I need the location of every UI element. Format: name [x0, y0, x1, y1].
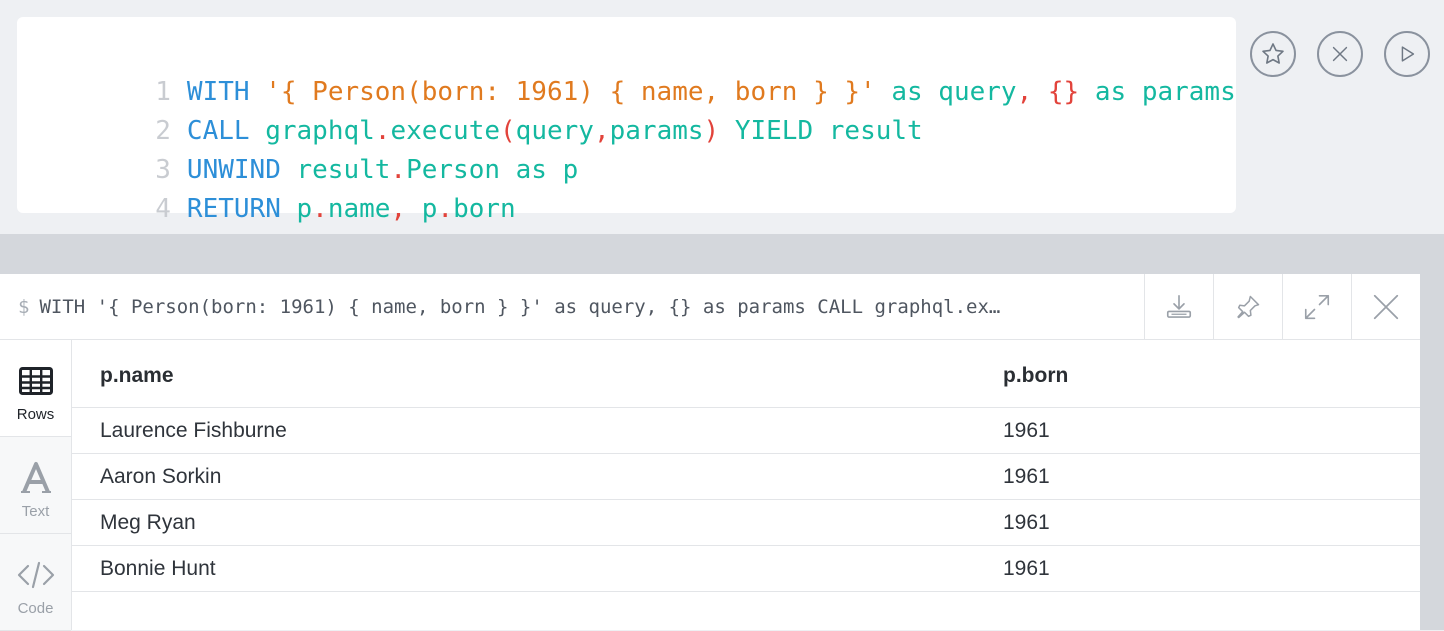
- code-token: name: [327, 194, 391, 224]
- row-divider: [72, 499, 1420, 500]
- expand-icon: [1304, 294, 1330, 320]
- code-icon: [17, 561, 54, 589]
- view-tab-label: Code: [17, 600, 54, 617]
- close-circle-icon: [1332, 46, 1348, 62]
- table-cell: Aaron Sorkin: [100, 465, 222, 488]
- code-line-2[interactable]: 2 CALL graphql.execute(query,params) YIEL…: [17, 73, 922, 146]
- prompt-symbol: $: [18, 296, 30, 318]
- text-icon: [20, 462, 51, 493]
- column-header-name: p.name: [100, 364, 174, 387]
- code-token: p: [406, 194, 438, 224]
- stream-background: [0, 234, 1444, 274]
- fullscreen-button[interactable]: [1282, 274, 1351, 340]
- line-code: RETURN p.name, p.born: [187, 194, 516, 224]
- code-line-3[interactable]: 3 UNWIND result.Person as p: [17, 112, 578, 185]
- code-token: .: [312, 194, 328, 224]
- view-tab-code[interactable]: Code: [0, 534, 71, 631]
- editor-area: 1 WITH '{ Person(born: 1961) { name, born…: [0, 0, 1444, 234]
- table-cell: Bonnie Hunt: [100, 557, 216, 580]
- table-cell: Meg Ryan: [100, 511, 196, 534]
- view-tab-text[interactable]: Text: [0, 437, 71, 534]
- result-frame: $ WITH '{ Person(born: 1961) { name, born…: [0, 274, 1420, 631]
- clear-editor-button[interactable]: [1317, 31, 1363, 77]
- query-editor[interactable]: 1 WITH '{ Person(born: 1961) { name, born…: [17, 17, 1236, 224]
- view-sidebar: Rows Text Code: [0, 340, 72, 631]
- code-token: ,: [593, 116, 610, 146]
- stream-gutter: [1420, 274, 1444, 630]
- frame-query-label: WITH '{ Person(born: 1961) { name, born …: [39, 296, 1001, 318]
- row-divider: [72, 407, 1420, 408]
- export-button[interactable]: [1144, 274, 1213, 340]
- code-token: ,: [390, 194, 407, 224]
- code-token: .: [437, 194, 454, 224]
- pin-icon: [1237, 295, 1260, 319]
- column-header-born: p.born: [1003, 364, 1069, 387]
- code-line-1[interactable]: 1 WITH '{ Person(born: 1961) { name, born…: [17, 34, 1235, 107]
- code-token: ): [703, 116, 720, 146]
- download-icon: [1166, 294, 1192, 318]
- view-tab-rows[interactable]: Rows: [0, 340, 71, 437]
- pin-button[interactable]: [1213, 274, 1282, 340]
- code-token: p: [280, 194, 313, 224]
- results-table: p.name p.born Laurence Fishburne 1961 Aa…: [72, 340, 1420, 630]
- row-divider: [72, 591, 1420, 592]
- run-query-button[interactable]: [1384, 31, 1430, 77]
- favorite-button[interactable]: [1250, 31, 1296, 77]
- code-token: {}: [1047, 77, 1080, 107]
- code-token: YIELD result: [719, 116, 923, 146]
- close-frame-button[interactable]: [1351, 274, 1420, 340]
- table-cell: 1961: [1003, 557, 1050, 580]
- code-token: born: [453, 194, 516, 224]
- table-icon: [18, 367, 53, 395]
- code-token: RETURN: [186, 194, 281, 224]
- frame-header: $ WITH '{ Person(born: 1961) { name, born…: [0, 274, 1420, 340]
- editor-actions: [1250, 31, 1440, 81]
- code-token: params: [609, 116, 704, 146]
- code-token: as params: [1079, 77, 1236, 107]
- star-icon: [1262, 43, 1284, 64]
- view-tab-label: Text: [21, 503, 50, 520]
- row-divider: [72, 453, 1420, 454]
- frame-query-text[interactable]: $ WITH '{ Person(born: 1961) { name, born…: [18, 274, 1128, 340]
- play-icon: [1401, 46, 1415, 62]
- table-cell: 1961: [1003, 419, 1050, 442]
- row-divider: [72, 545, 1420, 546]
- code-token: ,: [1016, 77, 1033, 107]
- close-icon: [1373, 294, 1399, 320]
- table-cell: 1961: [1003, 465, 1050, 488]
- code-line-4[interactable]: 4 RETURN p.name, p.born: [17, 151, 515, 224]
- table-cell: 1961: [1003, 511, 1050, 534]
- view-tab-label: Rows: [16, 406, 55, 423]
- line-number: 4: [155, 194, 171, 224]
- table-cell: Laurence Fishburne: [100, 419, 287, 442]
